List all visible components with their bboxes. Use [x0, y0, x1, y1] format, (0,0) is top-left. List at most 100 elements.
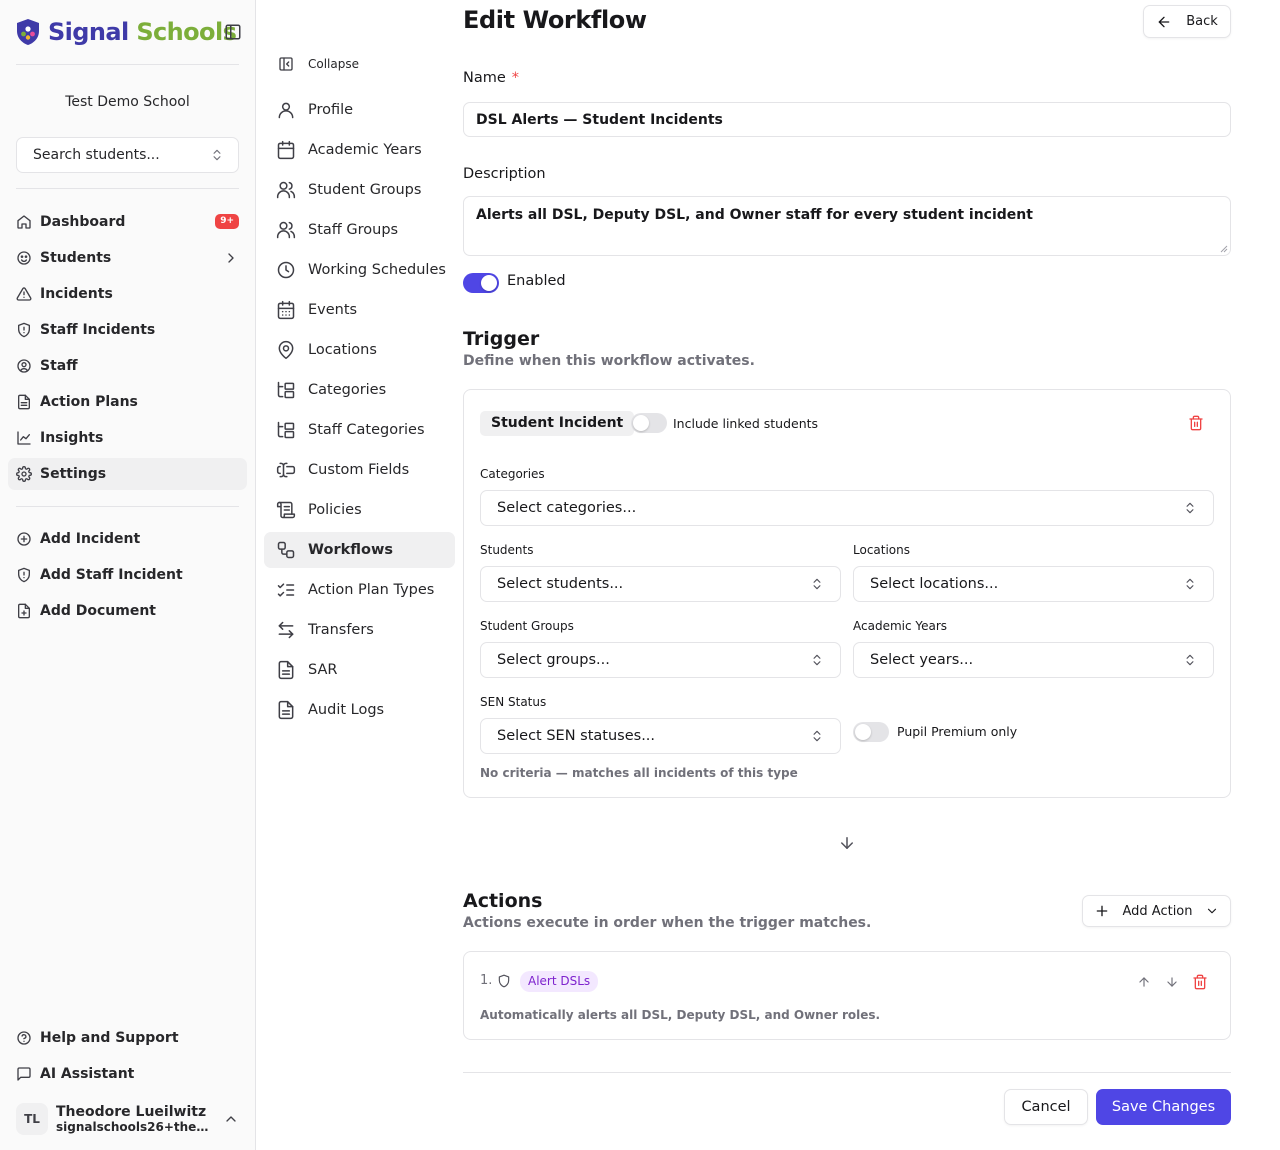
description-value: Alerts all DSL, Deputy DSL, and Owner st… — [476, 207, 1033, 223]
settings-nav-label: Events — [308, 302, 358, 318]
nav-ai-assistant[interactable]: AI Assistant — [8, 1058, 247, 1090]
enabled-toggle[interactable] — [463, 273, 499, 293]
divider — [16, 64, 239, 65]
nav-settings[interactable]: Settings — [8, 458, 247, 490]
include-linked-students-toggle[interactable] — [631, 413, 667, 433]
resize-grip-icon[interactable] — [1220, 245, 1228, 253]
move-down-arrow-icon[interactable] — [1165, 975, 1179, 989]
calendar-days-icon — [277, 300, 295, 320]
cancel-button[interactable]: Cancel — [1004, 1089, 1088, 1125]
sen-status-select[interactable]: Select SEN statuses... — [480, 718, 841, 754]
student-search-combobox[interactable]: Search students... — [16, 137, 239, 173]
file-text-icon — [278, 660, 294, 680]
file-text-icon — [278, 700, 294, 720]
nav-staff-incidents[interactable]: Staff Incidents — [8, 314, 247, 346]
nav-label: Incidents — [40, 286, 113, 302]
avatar: TL — [16, 1103, 48, 1135]
chevron-up-icon — [226, 1116, 236, 1122]
file-text-icon — [18, 394, 30, 410]
collapse-label: Collapse — [308, 57, 359, 71]
settings-nav-policies[interactable]: Policies — [264, 492, 455, 528]
school-name: Test Demo School — [65, 94, 190, 110]
trigger-title: Trigger — [463, 328, 540, 350]
plus-circle-icon — [17, 532, 31, 546]
student-groups-select[interactable]: Select groups... — [480, 642, 841, 678]
settings-nav-academic-years[interactable]: Academic Years — [264, 132, 455, 168]
brand-logo[interactable]: Signal Schools — [16, 15, 237, 49]
settings-nav-action-plan-types[interactable]: Action Plan Types — [264, 572, 455, 608]
chevron-down-icon — [1207, 908, 1216, 914]
users-icon — [276, 221, 296, 239]
nav-help-and-support[interactable]: Help and Support — [8, 1022, 247, 1054]
categories-select[interactable]: Select categories... — [480, 490, 1214, 526]
text-cursor-input-icon — [276, 462, 296, 478]
settings-nav-collapse[interactable]: Collapse — [264, 46, 455, 82]
required-mark: * — [511, 70, 520, 86]
settings-nav-label: Profile — [308, 102, 354, 118]
academic-years-select[interactable]: Select years... — [853, 642, 1214, 678]
settings-nav-student-groups[interactable]: Student Groups — [264, 172, 455, 208]
settings-nav-sar[interactable]: SAR — [264, 652, 455, 688]
settings-nav-staff-groups[interactable]: Staff Groups — [264, 212, 455, 248]
signal-schools-logo-icon — [17, 19, 39, 45]
shield-alert-icon — [18, 322, 30, 338]
settings-nav-events[interactable]: Events — [264, 292, 455, 328]
actions-subtitle: Actions execute in order when the trigge… — [463, 915, 872, 931]
nav-staff[interactable]: Staff — [8, 350, 247, 382]
toggle-knob — [855, 724, 871, 740]
settings-nav-locations[interactable]: Locations — [264, 332, 455, 368]
chevrons-up-down-icon — [1186, 578, 1194, 590]
students-select[interactable]: Select students... — [480, 566, 841, 602]
settings-nav-staff-categories[interactable]: Staff Categories — [264, 412, 455, 448]
sidebar-toggle-icon[interactable] — [224, 23, 242, 41]
description-textarea[interactable]: Alerts all DSL, Deputy DSL, and Owner st… — [463, 196, 1231, 256]
locations-select[interactable]: Select locations... — [853, 566, 1214, 602]
user-menu[interactable]: TL Theodore Lueilwitz signalschools26+th… — [8, 1096, 247, 1142]
chevrons-up-down-icon — [1186, 502, 1194, 514]
students-placeholder: Select students... — [497, 576, 624, 592]
settings-nav-profile[interactable]: Profile — [264, 92, 455, 128]
toggle-knob — [481, 275, 497, 291]
arrow-left-icon — [1158, 16, 1170, 27]
settings-nav-transfers[interactable]: Transfers — [264, 612, 455, 648]
back-button[interactable]: Back — [1143, 5, 1231, 38]
nav-label: Add Staff Incident — [40, 567, 183, 583]
name-input[interactable]: DSL Alerts — Student Incidents — [463, 102, 1231, 137]
move-up-arrow-icon[interactable] — [1137, 975, 1151, 989]
quick-add-incident[interactable]: Add Incident — [8, 523, 247, 555]
nav-students[interactable]: Students — [8, 242, 247, 274]
academic-years-label: Academic Years — [853, 619, 948, 633]
divider — [463, 1072, 1231, 1073]
users-icon — [276, 181, 296, 199]
include-linked-students-label: Include linked students — [673, 416, 819, 431]
nav-incidents[interactable]: Incidents — [8, 278, 247, 310]
nav-label: Add Document — [40, 603, 156, 619]
clock-icon — [277, 261, 295, 279]
save-changes-button[interactable]: Save Changes — [1096, 1089, 1231, 1125]
add-action-button[interactable]: Add Action — [1082, 895, 1231, 927]
nav-action-plans[interactable]: Action Plans — [8, 386, 247, 418]
user-icon — [278, 102, 294, 119]
chevrons-up-down-icon — [813, 730, 821, 742]
nav-dashboard[interactable]: Dashboard 9+ — [8, 206, 247, 238]
nav-label: Staff — [40, 358, 78, 374]
delete-action-trash-icon[interactable] — [1192, 974, 1208, 990]
list-checks-icon — [277, 583, 295, 597]
delete-trigger-trash-icon[interactable] — [1188, 415, 1204, 431]
students-label: Students — [480, 543, 534, 557]
message-square-icon — [17, 1067, 31, 1081]
nav-insights[interactable]: Insights — [8, 422, 247, 454]
settings-nav-working-schedules[interactable]: Working Schedules — [264, 252, 455, 288]
brand-name: Signal Schools — [48, 18, 237, 46]
quick-add-staff-incident[interactable]: Add Staff Incident — [8, 559, 247, 591]
pupil-premium-toggle[interactable] — [853, 722, 889, 742]
settings-nav-categories[interactable]: Categories — [264, 372, 455, 408]
settings-nav-custom-fields[interactable]: Custom Fields — [264, 452, 455, 488]
settings-nav-audit-logs[interactable]: Audit Logs — [264, 692, 455, 728]
student-groups-label: Student Groups — [480, 619, 574, 633]
quick-add-document[interactable]: Add Document — [8, 595, 247, 627]
settings-nav-label: SAR — [308, 662, 338, 678]
settings-nav-label: Custom Fields — [308, 462, 410, 478]
nav-label: Insights — [40, 430, 104, 446]
settings-nav-workflows[interactable]: Workflows — [264, 532, 455, 568]
